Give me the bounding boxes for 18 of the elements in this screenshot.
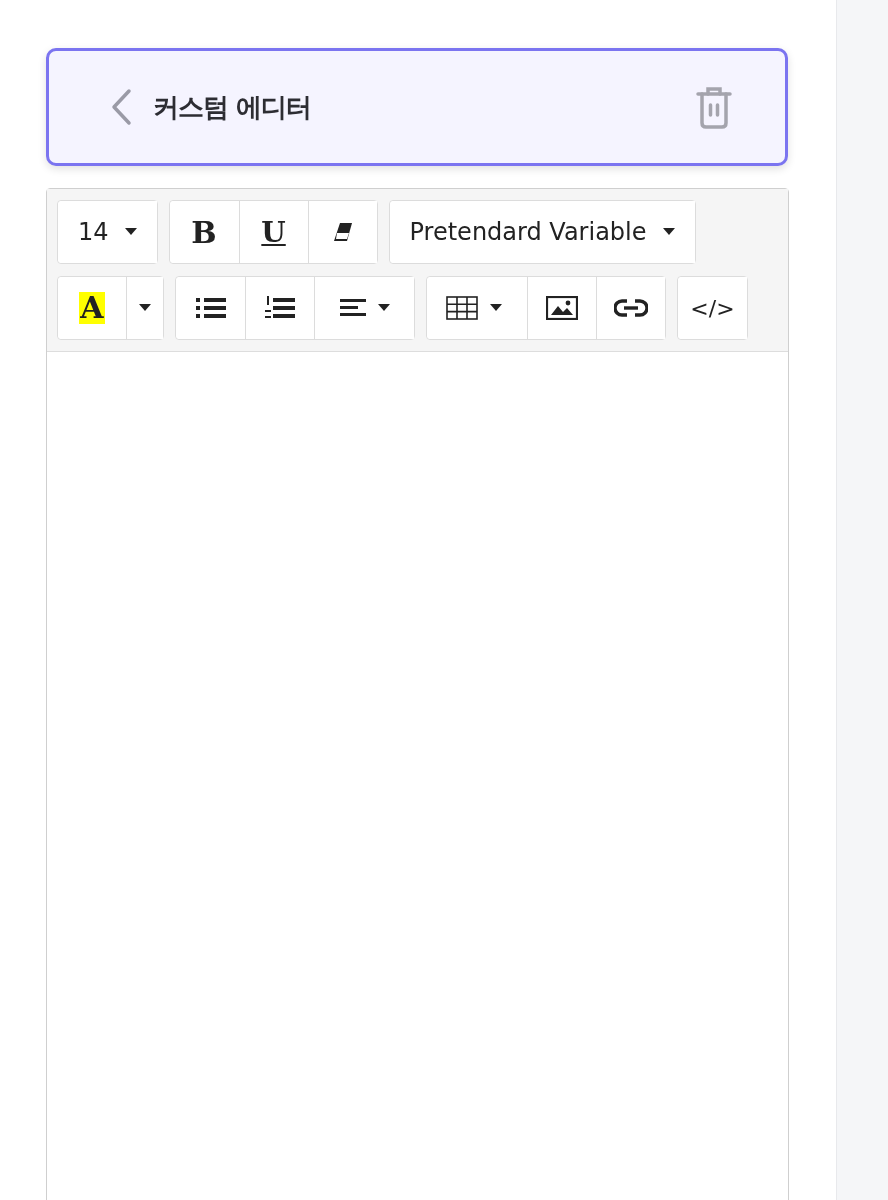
code-view-button[interactable]: </> [678, 277, 747, 339]
caret-icon [124, 228, 137, 236]
caret-icon [662, 228, 675, 236]
link-icon [614, 299, 648, 317]
back-icon[interactable] [109, 88, 133, 126]
dropdown-toggle-button[interactable] [126, 277, 163, 339]
caret-icon [139, 304, 151, 312]
bullet-list-icon [195, 297, 226, 319]
image-icon [546, 296, 578, 320]
eraser-icon [331, 222, 354, 242]
numbered-list-icon [265, 296, 295, 320]
dropdown-button[interactable]: 14 [58, 201, 157, 263]
page-title: 커스텀 에디터 [153, 90, 313, 124]
align-left-icon [339, 299, 390, 317]
align-button[interactable] [314, 277, 414, 339]
clear-format-button[interactable] [307, 201, 377, 263]
dropdown-button[interactable]: Pretendard Variable [389, 201, 695, 263]
link-button[interactable] [596, 277, 665, 339]
